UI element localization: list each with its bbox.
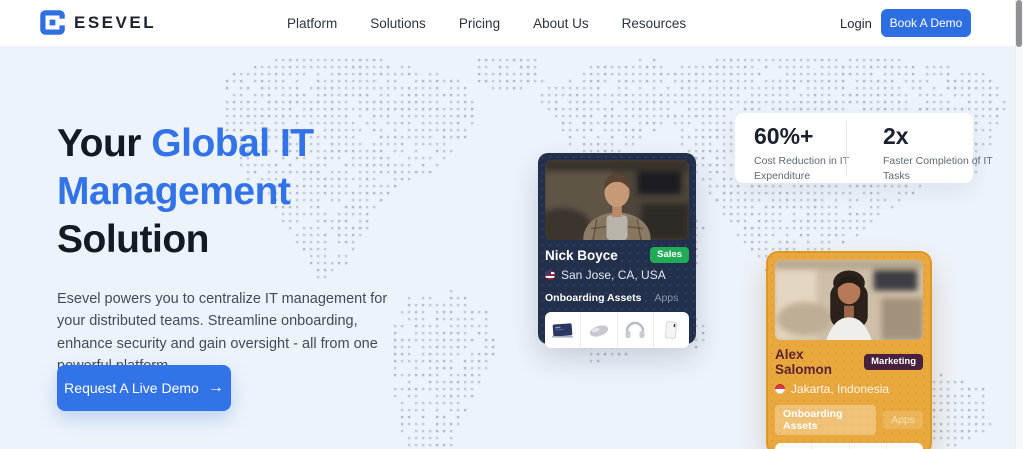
brand-logo[interactable]: ESEVEL [40,10,156,35]
employee-card-alex: Alex Salomon Marketing Jakarta, Indonesi… [768,253,930,449]
tab-apps: Apps [883,411,923,429]
book-a-demo-button[interactable]: Book A Demo [881,9,971,37]
stats-divider [846,121,847,177]
nav-item-about-us[interactable]: About Us [533,16,589,31]
cta-label: Request A Live Demo [64,380,199,396]
tab-onboarding-assets: Onboarding Assets [545,292,641,304]
phone-icon [886,443,923,449]
hero-title-part: Global IT [151,122,313,165]
card-tabs: Onboarding Assets Apps [545,292,689,304]
us-flag-icon [545,270,555,280]
scrollbar-track[interactable] [1015,0,1023,449]
nav-item-solutions[interactable]: Solutions [370,16,426,31]
nav-item-platform[interactable]: Platform [287,16,337,31]
hero-title-part: Solution [57,218,209,261]
employee-name: Alex Salomon [775,347,864,377]
mouse-icon [580,312,616,348]
employee-card-nick: Nick Boyce Sales San Jose, CA, USA Onboa… [538,153,696,344]
stats-card: 60%+ Cost Reduction in IT Expenditure 2x… [735,113,973,183]
phone-icon [653,312,689,348]
stat-value: 60%+ [754,123,864,150]
department-badge: Marketing [864,354,923,370]
stat-value: 2x [883,123,993,150]
asset-strip [545,312,689,348]
hero-title: Your Global IT Management Solution [57,120,314,264]
login-link[interactable]: Login [840,0,872,46]
employee-location: Jakarta, Indonesia [791,382,889,396]
nav-item-pricing[interactable]: Pricing [459,16,500,31]
stat-faster-completion: 2x Faster Completion of IT Tasks [864,113,993,183]
header: ESEVEL Platform Solutions Pricing About … [0,0,1023,46]
tab-apps: Apps [654,292,678,304]
scrollbar-thumb[interactable] [1016,0,1022,47]
mouse-icon [811,443,848,449]
tab-onboarding-assets: Onboarding Assets [775,405,876,435]
asset-strip [775,443,923,449]
employee-photo [545,160,689,240]
stat-cost-reduction: 60%+ Cost Reduction in IT Expenditure [735,113,864,183]
headphones-icon [849,443,886,449]
hero-section: Your Global IT Management Solution Eseve… [0,46,1023,449]
laptop-icon [775,443,811,449]
hero-title-part: Your [57,122,151,165]
nav-item-resources[interactable]: Resources [622,16,687,31]
stat-caption: Faster Completion of IT Tasks [883,154,993,184]
department-badge: Sales [650,247,689,263]
headphones-icon [617,312,653,348]
employee-photo [775,260,923,340]
main-nav: Platform Solutions Pricing About Us Reso… [287,0,686,46]
request-live-demo-button[interactable]: Request A Live Demo → [57,365,231,411]
card-tabs: Onboarding Assets Apps [775,405,923,435]
hero-title-part: Management [57,170,290,213]
laptop-icon [545,312,580,348]
stat-caption: Cost Reduction in IT Expenditure [754,154,864,184]
brand-name: ESEVEL [74,13,156,33]
indonesia-flag-icon [775,384,785,394]
arrow-right-icon: → [208,380,224,396]
employee-name: Nick Boyce [545,248,618,263]
esevel-logo-icon [40,10,65,35]
employee-location: San Jose, CA, USA [561,268,666,282]
